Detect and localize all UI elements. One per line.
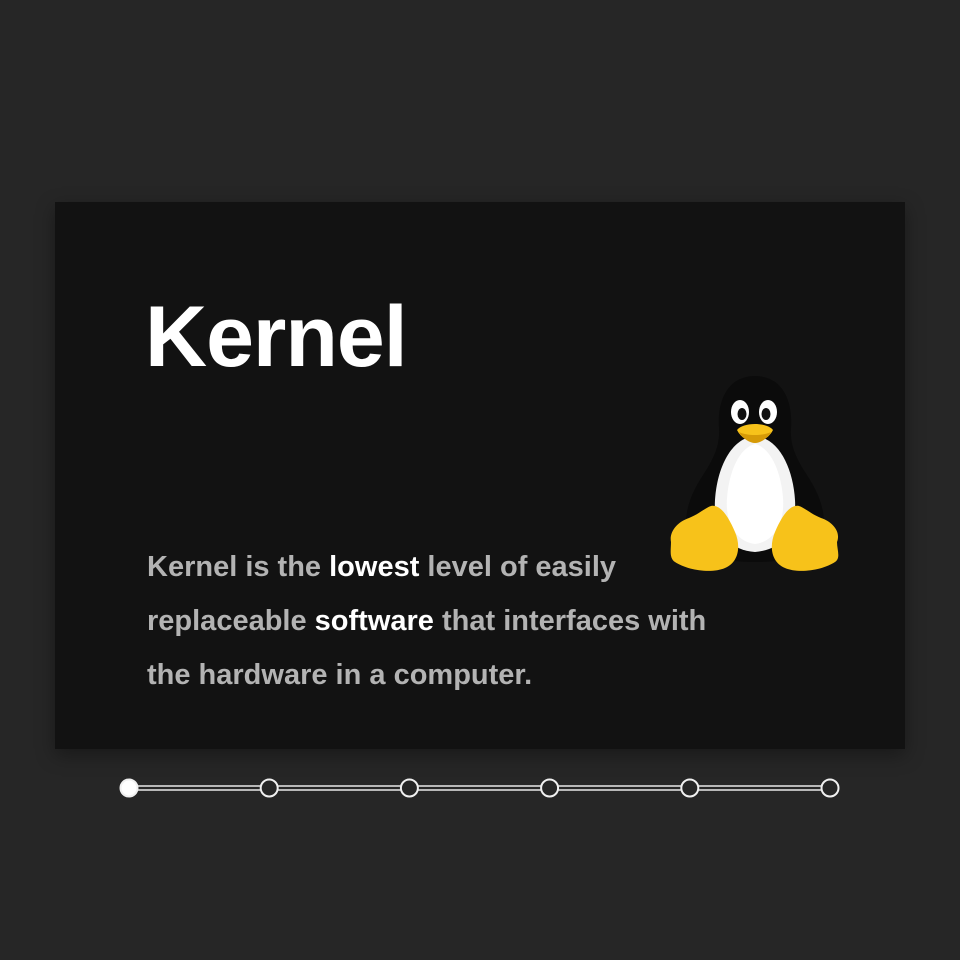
- slide-card: Kernel Kernel is the lowest level of eas…: [55, 202, 905, 749]
- progress-step[interactable]: [540, 778, 560, 798]
- progress-step[interactable]: [259, 778, 279, 798]
- progress-step-current[interactable]: [119, 778, 139, 798]
- emphasis-software: software: [314, 605, 434, 637]
- progress-indicator: [119, 778, 840, 798]
- progress-step[interactable]: [820, 778, 840, 798]
- tux-penguin-icon: [670, 376, 839, 571]
- progress-step[interactable]: [680, 778, 700, 798]
- slide-description: Kernel is the lowest level of easily rep…: [147, 540, 707, 702]
- emphasis-lowest: lowest: [329, 551, 420, 583]
- slide-page: Kernel Kernel is the lowest level of eas…: [0, 0, 960, 960]
- slide-title: Kernel: [145, 289, 408, 385]
- progress-step[interactable]: [399, 778, 419, 798]
- description-text: Kernel is the: [147, 551, 330, 583]
